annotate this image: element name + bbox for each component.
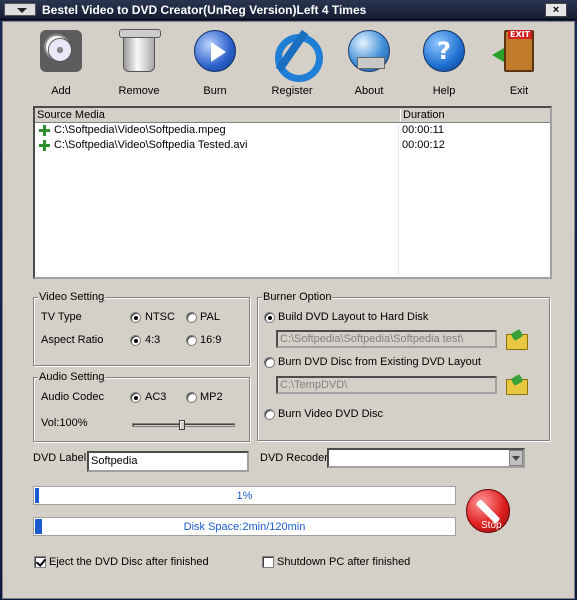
burn-existing-radio[interactable] <box>264 357 275 368</box>
media-duration: 00:00:11 <box>402 124 445 136</box>
burn-video-label[interactable]: Burn Video DVD Disc <box>278 408 383 420</box>
audio-setting-group: Audio Setting Audio Codec AC3 MP2 Vol:10… <box>33 371 250 442</box>
browse-folder-icon[interactable] <box>506 331 528 350</box>
ac3-radio[interactable] <box>130 392 141 403</box>
play-burn-icon <box>194 30 236 72</box>
media-row[interactable]: C:\Softpedia\Video\Softpedia.mpeg 00:00:… <box>35 123 550 138</box>
media-list-header: Source Media Duration <box>35 108 550 123</box>
dvd-label-input[interactable]: Softpedia <box>87 451 249 472</box>
add-button[interactable]: Add <box>26 30 96 102</box>
build-path-field[interactable]: C:\Softpedia\Softpedia\Softpedia test\ <box>276 330 497 348</box>
burn-progress-text: 1% <box>236 490 253 502</box>
media-path: C:\Softpedia\Video\Softpedia Tested.avi <box>54 139 248 151</box>
disk-space-text: Disk Space:2min/120min <box>183 521 306 533</box>
toolbar: Add Remove Burn Register About ? Help EX… <box>3 22 574 106</box>
browse-folder-icon[interactable] <box>506 376 528 395</box>
burn-video-radio[interactable] <box>264 409 275 420</box>
aspect-4-3-label[interactable]: 4:3 <box>145 334 160 346</box>
ntsc-radio[interactable] <box>130 312 141 323</box>
title-bar: Bestel Video to DVD Creator(UnReg Versio… <box>0 0 577 20</box>
help-icon: ? <box>423 30 465 72</box>
register-label: Register <box>271 85 313 97</box>
column-duration[interactable]: Duration <box>400 109 445 122</box>
pal-radio[interactable] <box>186 312 197 323</box>
media-path: C:\Softpedia\Video\Softpedia.mpeg <box>54 124 226 136</box>
add-media-icon <box>40 30 82 72</box>
media-row[interactable]: C:\Softpedia\Video\Softpedia Tested.avi … <box>35 138 550 153</box>
build-layout-radio[interactable] <box>264 312 275 323</box>
exit-label: Exit <box>509 85 529 97</box>
burn-existing-label[interactable]: Burn DVD Disc from Existing DVD Layout <box>278 356 481 368</box>
aspect-16-9-radio[interactable] <box>186 335 197 346</box>
dvd-recorder-select[interactable] <box>327 448 525 468</box>
register-icon <box>271 30 323 82</box>
ac3-label[interactable]: AC3 <box>145 391 166 403</box>
exit-door-icon <box>492 30 534 72</box>
close-window-button[interactable]: × <box>545 3 567 17</box>
shutdown-label[interactable]: Shutdown PC after finished <box>277 556 410 568</box>
video-setting-group: Video Setting TV Type NTSC PAL Aspect Ra… <box>33 291 250 366</box>
dvd-recorder-caption: DVD Recoder <box>260 452 328 464</box>
dvd-label-caption: DVD Label <box>33 452 87 464</box>
volume-label: Vol:100% <box>41 417 88 429</box>
eject-label[interactable]: Eject the DVD Disc after finished <box>49 556 209 568</box>
window-title: Bestel Video to DVD Creator(UnReg Versio… <box>42 3 367 17</box>
aspect-16-9-label[interactable]: 16:9 <box>200 334 221 346</box>
pal-label[interactable]: PAL <box>200 311 220 323</box>
volume-slider-thumb[interactable] <box>179 420 185 430</box>
video-setting-title: Video Setting <box>38 291 106 303</box>
build-layout-label[interactable]: Build DVD Layout to Hard Disk <box>278 311 428 323</box>
burn-button[interactable]: Burn <box>180 30 250 102</box>
source-media-list[interactable]: Source Media Duration C:\Softpedia\Video… <box>33 106 552 279</box>
plus-icon <box>39 125 50 136</box>
remove-button[interactable]: Remove <box>104 29 174 102</box>
help-button[interactable]: ? Help <box>409 30 479 102</box>
shutdown-checkbox[interactable] <box>262 556 274 568</box>
plus-icon <box>39 140 50 151</box>
main-panel: Add Remove Burn Register About ? Help EX… <box>2 21 575 599</box>
app-window: Bestel Video to DVD Creator(UnReg Versio… <box>0 0 577 600</box>
stop-button[interactable]: Stop <box>466 489 510 533</box>
stop-label: Stop <box>481 520 502 531</box>
tv-type-label: TV Type <box>41 311 82 323</box>
trash-can-icon <box>119 29 161 72</box>
system-menu-button[interactable] <box>4 3 36 16</box>
add-label: Add <box>51 85 71 97</box>
help-label: Help <box>432 85 456 97</box>
about-label: About <box>354 85 384 97</box>
disk-space-bar: Disk Space:2min/120min <box>33 517 456 536</box>
aspect-ratio-label: Aspect Ratio <box>41 334 104 346</box>
about-button[interactable]: About <box>334 30 404 102</box>
mp2-radio[interactable] <box>186 392 197 403</box>
audio-setting-title: Audio Setting <box>38 371 106 383</box>
mp2-label[interactable]: MP2 <box>200 391 223 403</box>
eject-checkbox[interactable] <box>34 556 46 568</box>
about-globe-icon <box>348 30 390 72</box>
burner-option-title: Burner Option <box>262 291 333 303</box>
aspect-4-3-radio[interactable] <box>130 335 141 346</box>
burner-option-group: Burner Option Build DVD Layout to Hard D… <box>257 291 550 441</box>
audio-codec-label: Audio Codec <box>41 391 104 403</box>
chevron-down-icon[interactable] <box>509 450 523 466</box>
burn-label: Burn <box>203 85 227 97</box>
existing-path-field[interactable]: C:\TempDVD\ <box>276 376 497 394</box>
ntsc-label[interactable]: NTSC <box>145 311 175 323</box>
media-duration: 00:00:12 <box>402 139 445 151</box>
register-button[interactable]: Register <box>257 30 327 102</box>
column-source-media[interactable]: Source Media <box>37 109 105 121</box>
remove-label: Remove <box>118 85 160 97</box>
exit-button[interactable]: Exit <box>484 30 554 102</box>
burn-progress-bar: 1% <box>33 486 456 505</box>
